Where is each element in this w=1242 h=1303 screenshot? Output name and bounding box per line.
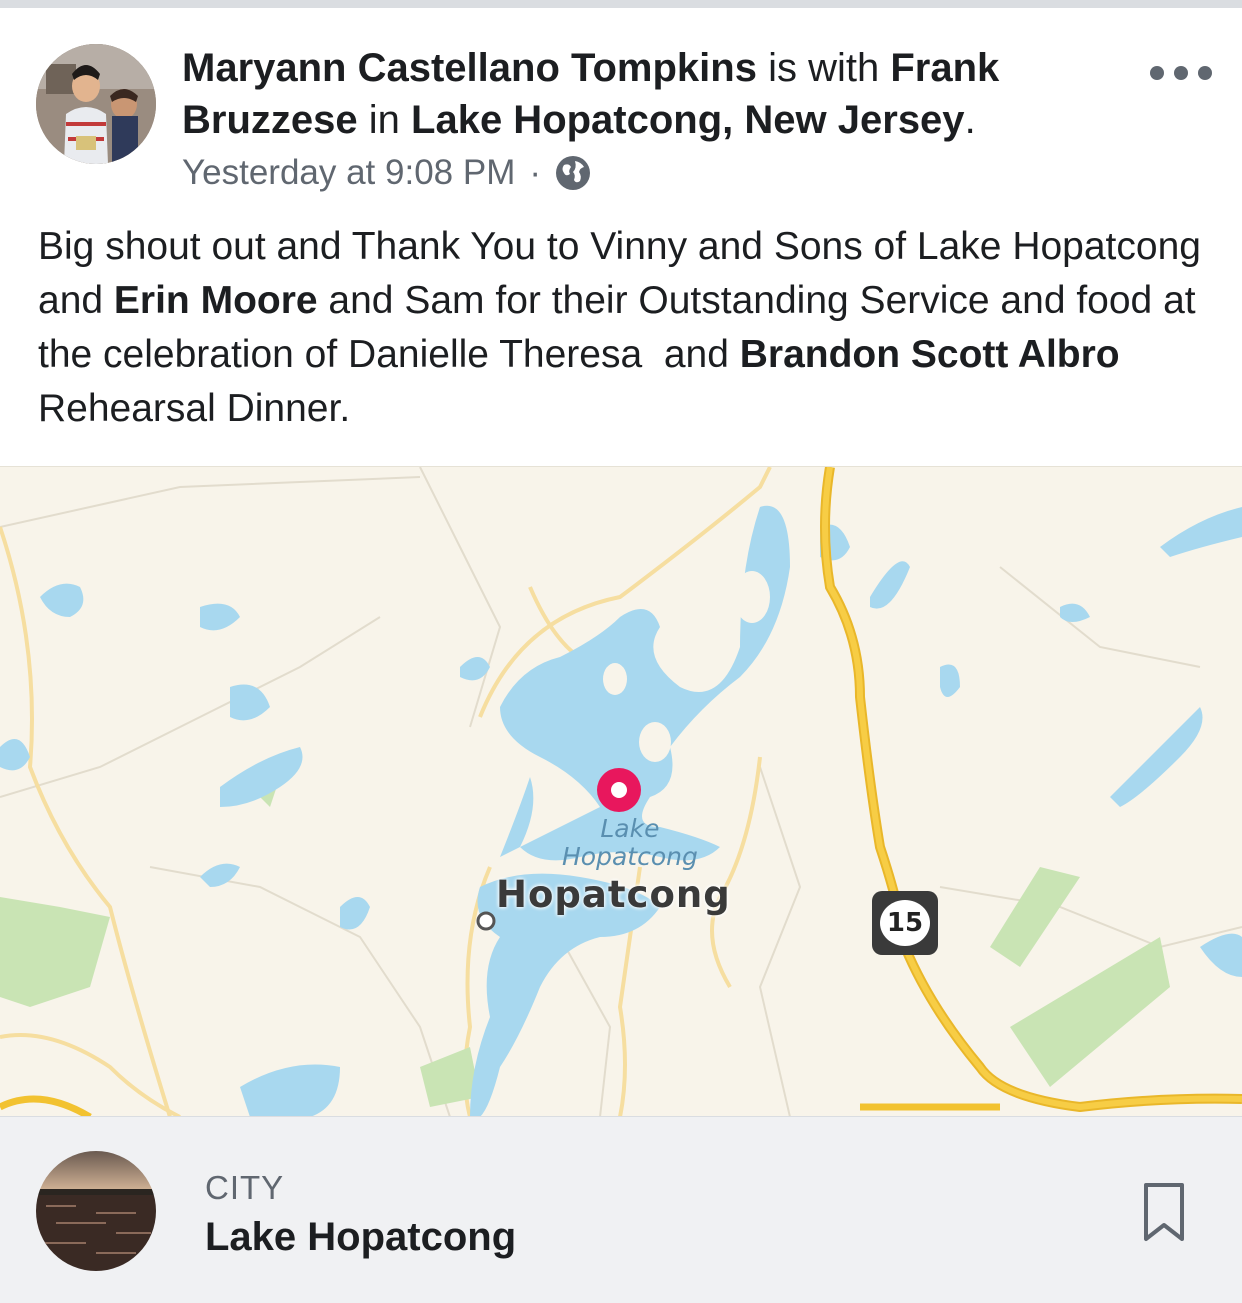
author-avatar[interactable] <box>36 44 156 164</box>
in-word: in <box>368 98 400 142</box>
place-card[interactable]: CITY Lake Hopatcong <box>0 1116 1242 1303</box>
post-meta: Yesterday at 9:08 PM · <box>182 150 591 196</box>
town-marker <box>476 911 496 931</box>
route-shield-icon: 15 <box>872 891 938 955</box>
bookmark-icon[interactable] <box>1142 1181 1186 1243</box>
meta-separator: · <box>529 153 542 192</box>
place-name[interactable]: Lake Hopatcong <box>205 1215 516 1260</box>
mention-brandon-albro[interactable]: Brandon Scott Albro <box>740 333 1120 376</box>
location-map[interactable]: Lake Hopatcong Hopatcong 15 <box>0 466 1242 1117</box>
author-name-link[interactable]: Maryann Castellano Tompkins <box>182 46 757 90</box>
town-label: Hopatcong <box>496 873 731 916</box>
lake-label: Lake Hopatcong <box>562 814 698 871</box>
globe-icon[interactable] <box>555 155 591 191</box>
post-body: Big shout out and Thank You to Vinny and… <box>38 220 1208 436</box>
place-thumbnail[interactable] <box>36 1151 156 1271</box>
more-options-icon[interactable] <box>1150 58 1212 88</box>
map-canvas <box>0 467 1242 1117</box>
mention-erin-moore[interactable]: Erin Moore <box>114 279 318 322</box>
header-period: . <box>964 98 976 142</box>
with-word: is with <box>768 46 880 90</box>
post-timestamp[interactable]: Yesterday at 9:08 PM <box>182 153 515 193</box>
place-type: CITY <box>205 1169 285 1206</box>
location-link[interactable]: Lake Hopatcong, New Jersey <box>411 98 965 142</box>
post-header: Maryann Castellano Tompkins is with Fran… <box>182 42 1082 146</box>
route-number: 15 <box>880 900 930 946</box>
top-divider <box>0 0 1242 8</box>
